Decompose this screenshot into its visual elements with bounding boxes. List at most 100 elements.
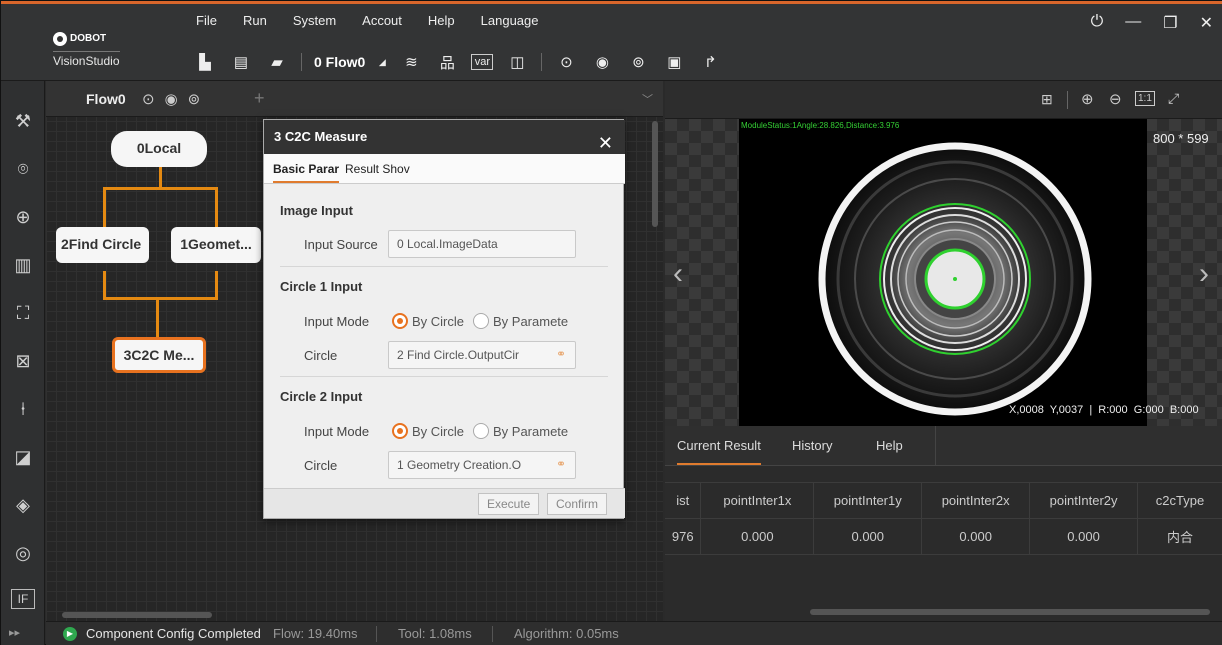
tab-current-result[interactable]: Current Result: [677, 438, 761, 465]
logic-if-icon[interactable]: IF: [11, 589, 35, 609]
column-header: pointInter1y: [813, 482, 923, 519]
flow-run-icon[interactable]: ⊙: [142, 90, 155, 108]
recognition-icon[interactable]: ⛶: [11, 301, 35, 325]
menu-system[interactable]: System: [293, 13, 336, 28]
column-header: ist: [665, 482, 702, 519]
next-image-icon[interactable]: ›: [1199, 257, 1209, 291]
tab-history[interactable]: History: [792, 438, 832, 453]
inspection-image[interactable]: ModuleStatus:1Angle:28.826,Distance:3.97…: [739, 119, 1147, 426]
radio-unselected-icon: [473, 423, 489, 439]
accent-line: [1, 1, 1222, 4]
result-scrollbar-h[interactable]: [810, 609, 1210, 615]
menu-bar: File Run System Accout Help Language: [196, 13, 539, 28]
menu-account[interactable]: Accout: [362, 13, 402, 28]
tools-icon[interactable]: ⚒: [11, 109, 35, 133]
flow-scrollbar-h[interactable]: [62, 612, 212, 618]
color-icon[interactable]: ◈: [11, 493, 35, 517]
link-icon[interactable]: ⚭: [556, 457, 566, 471]
circle2-by-circle-radio[interactable]: By Circle: [392, 423, 464, 439]
toolbar-divider: [541, 53, 543, 71]
run-once-icon[interactable]: ⊙: [554, 51, 578, 73]
flow-wire: [103, 297, 218, 300]
flow-time: Flow: 19.40ms: [273, 626, 358, 641]
image-process-icon[interactable]: ◪: [11, 445, 35, 469]
circle2-label: Circle: [304, 458, 338, 473]
communication-icon[interactable]: ◎: [11, 541, 35, 565]
circle2-by-param-radio[interactable]: By Paramete: [473, 423, 568, 439]
alignment-icon[interactable]: ⍿: [11, 397, 35, 421]
flow-controls: ⊙ ◉ ⊚: [142, 90, 200, 108]
tab-basic-params[interactable]: Basic Parar: [273, 162, 340, 183]
execute-button[interactable]: Execute: [478, 493, 540, 515]
dropdown-arrow-icon[interactable]: ◢: [377, 51, 387, 73]
tab-flow0[interactable]: Flow0: [86, 91, 126, 107]
circle1-by-circle-radio[interactable]: By Circle: [392, 313, 464, 329]
new-solution-icon[interactable]: ▙: [193, 51, 217, 73]
node-find-circle[interactable]: 2Find Circle: [56, 227, 149, 263]
tab-help[interactable]: Help: [876, 438, 903, 453]
circle1-by-param-radio[interactable]: By Paramete: [473, 313, 568, 329]
circle1-source-field[interactable]: 2 Find Circle.OutputCir: [388, 341, 576, 369]
status-divider: [376, 626, 377, 642]
stop-icon[interactable]: ⊚: [626, 51, 650, 73]
dialog-tabs: Basic Parar Result Shov: [264, 154, 625, 184]
measure-icon[interactable]: ▥: [11, 253, 35, 277]
fit-view-icon[interactable]: ⊞: [1041, 91, 1053, 108]
image-toolbar: ⊞ ⊕ ⊖ 1:1 ⤢: [665, 81, 1222, 119]
menu-file[interactable]: File: [196, 13, 217, 28]
node-local[interactable]: 0Local: [111, 131, 207, 167]
device-icon[interactable]: ◫: [505, 51, 529, 73]
variable-icon[interactable]: var: [471, 54, 494, 70]
table-cell: 0.000: [921, 518, 1031, 555]
form-icon[interactable]: ▣: [662, 51, 686, 73]
section-circle1-input: Circle 1 Input: [280, 279, 363, 294]
expand-icon[interactable]: ▸▸: [9, 626, 20, 639]
open-folder-icon[interactable]: ▰: [265, 51, 289, 73]
column-header: pointInter2x: [921, 482, 1031, 519]
calibration-icon[interactable]: ⊠: [11, 349, 35, 373]
flow-wire: [103, 271, 106, 299]
node-c2c-measure[interactable]: 3C2C Me...: [112, 337, 206, 373]
flow-wire: [103, 187, 106, 227]
table-cell: 0.000: [813, 518, 923, 555]
prev-image-icon[interactable]: ‹: [673, 257, 683, 291]
table-row[interactable]: 976 0.000 0.000 0.000 0.000 内合: [665, 518, 1222, 555]
save-icon[interactable]: ▤: [229, 51, 253, 73]
actual-size-icon[interactable]: 1:1: [1135, 91, 1155, 106]
camera-icon[interactable]: ⌾: [11, 157, 35, 181]
status-bar: ▸▸ ▶ Component Config Completed Flow: 19…: [9, 621, 1222, 645]
status-message: Component Config Completed: [86, 626, 261, 641]
status-ok-icon: ▶: [63, 627, 77, 641]
section-circle2-input: Circle 2 Input: [280, 389, 363, 404]
flow-loop-icon[interactable]: ◉: [165, 90, 178, 108]
app-logo: DOBOT VisionStudio: [53, 27, 125, 69]
hierarchy-icon[interactable]: 品: [435, 51, 459, 73]
power-icon[interactable]: ⏻: [1091, 13, 1104, 33]
input-source-select[interactable]: 0 Local.ImageData: [388, 230, 576, 258]
link-icon[interactable]: ⚭: [556, 347, 566, 361]
zoom-in-icon[interactable]: ⊕: [1081, 90, 1094, 108]
restore-icon[interactable]: ❐: [1163, 13, 1177, 33]
fullscreen-icon[interactable]: ⤢: [1168, 90, 1179, 107]
tab-result-show[interactable]: Result Shov: [345, 162, 410, 176]
close-icon[interactable]: ✕: [1200, 13, 1213, 33]
dialog-footer: Execute Confirm: [264, 488, 625, 518]
run-loop-icon[interactable]: ◉: [590, 51, 614, 73]
locate-icon[interactable]: ⊕: [11, 205, 35, 229]
flow-scrollbar-v[interactable]: [652, 121, 658, 227]
flow-selector[interactable]: 0 Flow0: [314, 54, 365, 70]
menu-run[interactable]: Run: [243, 13, 267, 28]
minimize-icon[interactable]: —: [1125, 13, 1141, 33]
circle2-source-field[interactable]: 1 Geometry Creation.O: [388, 451, 576, 479]
menu-language[interactable]: Language: [481, 13, 539, 28]
robot-arm-icon[interactable]: ↱: [698, 51, 722, 73]
chevron-down-icon[interactable]: ﹀: [642, 91, 653, 107]
menu-help[interactable]: Help: [428, 13, 455, 28]
layers-icon[interactable]: ≋: [399, 51, 423, 73]
flow-stop-icon[interactable]: ⊚: [188, 90, 201, 108]
zoom-out-icon[interactable]: ⊖: [1109, 90, 1122, 108]
node-geometry[interactable]: 1Geomet...: [171, 227, 261, 263]
radio-unselected-icon: [473, 313, 489, 329]
add-flow-icon[interactable]: +: [254, 88, 265, 109]
confirm-button[interactable]: Confirm: [547, 493, 608, 515]
